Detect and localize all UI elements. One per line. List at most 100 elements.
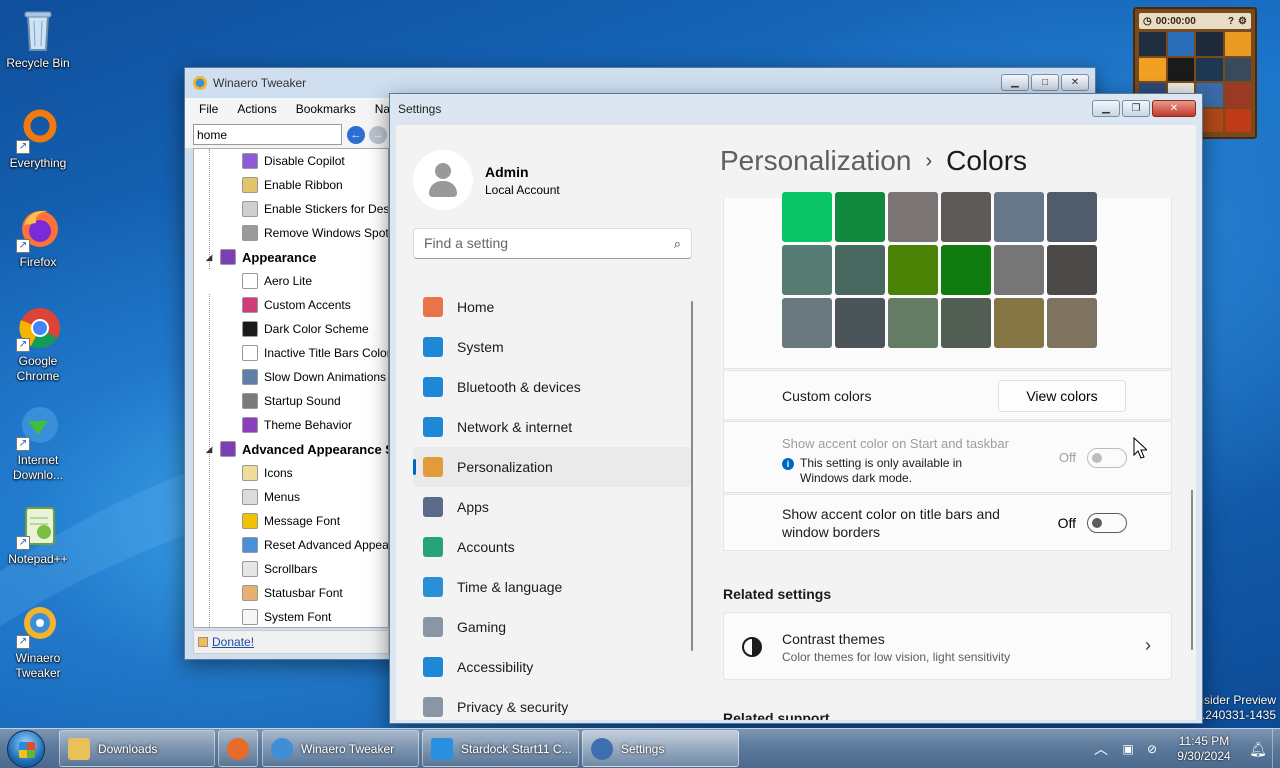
collapse-arrow-icon[interactable]: ◢ [206, 253, 212, 262]
taskbar-button-winaero-tweaker[interactable]: Winaero Tweaker [262, 730, 419, 767]
accent-color-swatch[interactable] [941, 245, 991, 295]
accent-color-swatch[interactable] [835, 298, 885, 348]
tree-item[interactable]: Custom Accents [194, 293, 388, 317]
nav-item-accounts[interactable]: Accounts [413, 527, 692, 567]
user-profile[interactable]: Admin Local Account [413, 150, 560, 210]
content-scrollbar[interactable] [1191, 490, 1193, 650]
settings-title-bar[interactable]: Settings ▁ ❐ ✕ [390, 94, 1202, 124]
close-button[interactable]: ✕ [1152, 100, 1196, 117]
accent-color-swatch[interactable] [782, 298, 832, 348]
accent-color-swatch[interactable] [835, 245, 885, 295]
show-desktop-button[interactable] [1272, 729, 1280, 768]
tree-item[interactable]: Enable Ribbon [194, 173, 388, 197]
menu-file[interactable]: File [199, 102, 218, 116]
close-button[interactable]: ✕ [1061, 74, 1089, 91]
tree-item[interactable]: Theme Behavior [194, 413, 388, 437]
find-setting-search-input[interactable]: Find a setting ⌕ [413, 228, 692, 259]
accent-color-swatch[interactable] [888, 298, 938, 348]
volume-muted-icon[interactable]: ⊘ [1140, 742, 1164, 756]
nav-scrollbar[interactable] [691, 301, 693, 651]
chevron-up-icon[interactable]: ︿ [1086, 739, 1116, 759]
start-button[interactable] [7, 730, 45, 768]
tree-item[interactable]: System Font [194, 605, 388, 627]
accent-color-swatch[interactable] [782, 192, 832, 242]
accent-color-swatch[interactable] [782, 245, 832, 295]
desktop-icon-google-chrome[interactable]: ↗ Google Chrome [0, 304, 76, 384]
desktop-icon-notepad-plus-plus[interactable]: ↗ Notepad++ [0, 502, 76, 567]
nav-item-gaming[interactable]: Gaming [413, 607, 692, 647]
tree-item[interactable]: Scrollbars [194, 557, 388, 581]
settings-icon[interactable]: ⚙ [1238, 16, 1247, 27]
taskbar-button-stardock-start11[interactable]: Stardock Start11 C... [422, 730, 579, 767]
nav-item-system[interactable]: System [413, 327, 692, 367]
notification-bell-icon[interactable]: 🔔︎ [1244, 741, 1272, 758]
minimize-button[interactable]: ▁ [1092, 100, 1120, 117]
forward-arrow-icon[interactable]: → [369, 126, 387, 144]
tree-category[interactable]: ◢ Appearance [194, 245, 388, 269]
nav-item-accessibility[interactable]: Accessibility [413, 647, 692, 687]
accent-color-swatch[interactable] [994, 192, 1044, 242]
accent-color-swatch[interactable] [888, 245, 938, 295]
accent-color-swatch[interactable] [835, 192, 885, 242]
nav-item-privacy-security[interactable]: Privacy & security [413, 687, 692, 720]
nav-item-bluetooth-devices[interactable]: Bluetooth & devices [413, 367, 692, 407]
tree-item-label: Icons [264, 466, 293, 480]
accent-start-toggle[interactable] [1087, 448, 1127, 468]
system-icon [423, 337, 443, 357]
desktop-icon-winaero-tweaker[interactable]: ↗ Winaero Tweaker [0, 601, 76, 681]
accent-color-swatch[interactable] [994, 245, 1044, 295]
network-icon[interactable]: ▣ [1116, 742, 1140, 756]
tree-item[interactable]: Inactive Title Bars Color [194, 341, 388, 365]
help-icon[interactable]: ? [1228, 16, 1234, 27]
back-arrow-icon[interactable]: ← [347, 126, 365, 144]
view-colors-button[interactable]: View colors [998, 380, 1126, 412]
nav-item-personalization[interactable]: Personalization [413, 447, 692, 487]
accent-color-swatch[interactable] [1047, 245, 1097, 295]
tree-category[interactable]: ◢ Advanced Appearance Settings [194, 437, 388, 461]
tree-item[interactable]: Slow Down Animations [194, 365, 388, 389]
tree-item[interactable]: Startup Sound [194, 389, 388, 413]
accent-color-swatch[interactable] [888, 192, 938, 242]
collapse-arrow-icon[interactable]: ◢ [206, 445, 212, 454]
donate-link[interactable]: Donate! [212, 635, 254, 649]
desktop-icon-everything[interactable]: ↗ Everything [0, 106, 76, 171]
accent-color-swatch[interactable] [994, 298, 1044, 348]
taskbar-button-firefox[interactable] [218, 730, 258, 767]
menu-actions[interactable]: Actions [237, 102, 276, 116]
accent-color-swatch[interactable] [941, 192, 991, 242]
menu-bookmarks[interactable]: Bookmarks [296, 102, 356, 116]
tree-item[interactable]: Icons [194, 461, 388, 485]
restore-button[interactable]: ❐ [1122, 100, 1150, 117]
nav-item-home[interactable]: Home [413, 287, 692, 327]
taskbar-button-settings[interactable]: Settings [582, 730, 739, 767]
desktop-icon-label: Winaero Tweaker [15, 651, 61, 680]
accent-color-swatch[interactable] [941, 298, 991, 348]
desktop-icon-firefox[interactable]: ↗ Firefox [0, 205, 76, 270]
maximize-button[interactable]: □ [1031, 74, 1059, 91]
search-icon[interactable]: ⌕ [674, 229, 681, 258]
winaero-search-input[interactable] [193, 124, 342, 145]
tree-item[interactable]: Aero Lite [194, 269, 388, 293]
desktop-icon-recycle-bin[interactable]: Recycle Bin [0, 6, 76, 71]
accent-color-swatch[interactable] [1047, 192, 1097, 242]
breadcrumb-parent[interactable]: Personalization [720, 145, 911, 177]
tree-item[interactable]: Remove Windows Spotlight [194, 221, 388, 245]
nav-item-network-internet[interactable]: Network & internet [413, 407, 692, 447]
tree-item[interactable]: Message Font [194, 509, 388, 533]
taskbar-button-downloads[interactable]: Downloads [59, 730, 215, 767]
nav-item-apps[interactable]: Apps [413, 487, 692, 527]
tree-item[interactable]: Disable Copilot [194, 149, 388, 173]
tree-item[interactable]: Enable Stickers for Desktop [194, 197, 388, 221]
accent-title-toggle[interactable] [1087, 513, 1127, 533]
tree-item[interactable]: Reset Advanced Appearance [194, 533, 388, 557]
accent-color-swatch[interactable] [1047, 298, 1097, 348]
nav-item-time-language[interactable]: Time & language [413, 567, 692, 607]
tree-item[interactable]: Menus [194, 485, 388, 509]
minimize-button[interactable]: ▁ [1001, 74, 1029, 91]
desktop-icon-internet-download-manager[interactable]: ↗ Internet Downlo... [0, 403, 76, 483]
taskbar-clock[interactable]: 11:45 PM 9/30/2024 [1164, 734, 1244, 764]
tree-item[interactable]: Dark Color Scheme [194, 317, 388, 341]
tree-item[interactable]: Statusbar Font [194, 581, 388, 605]
contrast-themes-row[interactable]: Contrast themes Color themes for low vis… [723, 612, 1172, 680]
winaero-tree-view[interactable]: Disable Copilot Enable Ribbon Enable Stick… [193, 148, 389, 628]
